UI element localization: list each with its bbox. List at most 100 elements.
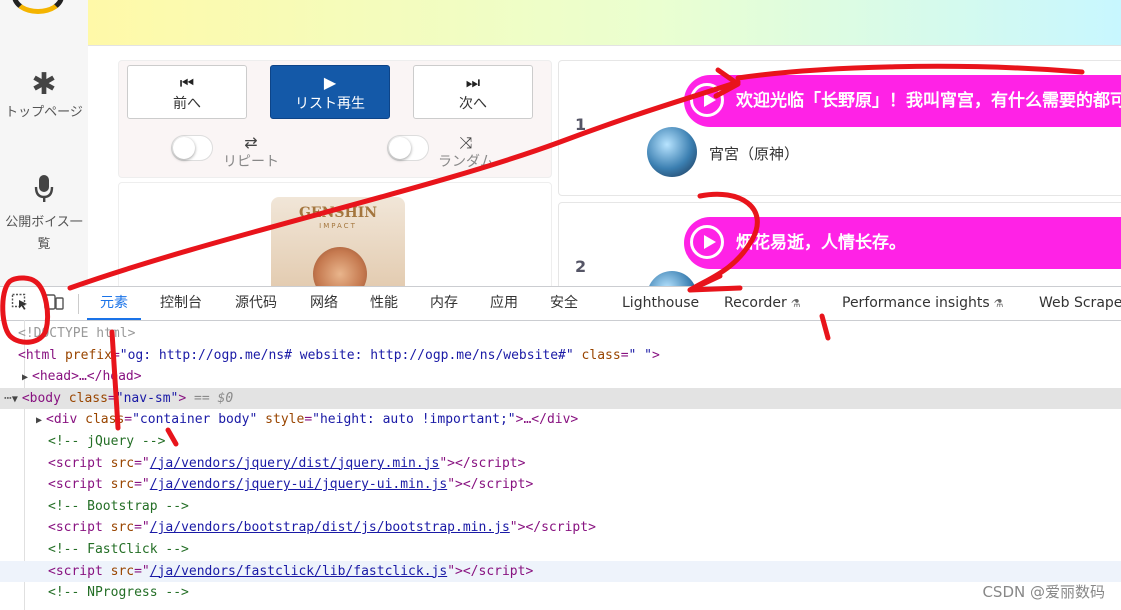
experiment-flask-icon: ⚗ [790, 297, 801, 310]
dom-tree: <!DOCTYPE html> <html prefix="og: http:/… [0, 320, 1121, 610]
random-label: ランダム [438, 154, 494, 170]
play-list-label: リスト再生 [295, 96, 365, 112]
microphone-icon [0, 174, 88, 212]
repeat-option: ⇄ リピート [211, 135, 291, 171]
tab-performance-insights-label: Performance insights [842, 295, 990, 311]
dom-node-comment[interactable]: <!-- FastClick --> [0, 539, 1121, 561]
repeat-label: リピート [223, 154, 279, 170]
collapse-triangle-icon[interactable]: ▼ [12, 389, 22, 411]
more-actions-icon[interactable]: ⋯ [4, 391, 12, 406]
devtools-panel: 元素 控制台 源代码 网络 性能 内存 应用 安全 Lighthouse Rec… [0, 286, 1121, 610]
skip-back-icon: ⏮ [179, 73, 195, 92]
device-toolbar-icon[interactable] [44, 293, 64, 313]
play-list-button[interactable]: ▶ リスト再生 [270, 65, 390, 119]
tab-performance[interactable]: 性能 [370, 287, 398, 320]
voice-text: 烟花易逝，人情长存。 [736, 233, 906, 253]
attr-value: "og: http://ogp.me/ns# website: http://o… [119, 347, 574, 363]
voice-play-bubble[interactable]: 欢迎光临「长野原」！我叫宵宫，有什么需要的都可以和我说 [684, 75, 1121, 127]
script-src-link[interactable]: /ja/vendors/bootstrap/dist/js/bootstrap.… [150, 520, 510, 535]
play-icon: ▶ [323, 73, 337, 92]
next-button[interactable]: ⏭ 次へ [413, 65, 533, 119]
cover-logo-text: GENSHIN [298, 205, 378, 221]
dom-node-body[interactable]: ⋯▼ <body class="nav-sm"> == $0 [0, 387, 1121, 411]
toolbar-divider [78, 294, 79, 314]
shuffle-icon: ⤨ [459, 133, 473, 152]
comment-text: <!-- NProgress --> [48, 585, 189, 601]
doctype-text: <!DOCTYPE html> [18, 326, 136, 341]
nav-item-top-page[interactable]: ✱ トップページ [0, 68, 88, 124]
comment-text: <!-- jQuery --> [48, 434, 166, 449]
dom-node-head[interactable]: ▶ <head>…</head> [0, 366, 1121, 388]
attr-value: "height: auto !important;" [312, 412, 516, 428]
tab-application[interactable]: 应用 [490, 287, 518, 320]
speaker-name[interactable]: 宵宮（原神） [709, 143, 799, 164]
dom-node-html[interactable]: <html prefix="og: http://ogp.me/ns# webs… [0, 345, 1121, 367]
dom-node-comment[interactable]: <!-- NProgress --> [0, 582, 1121, 604]
nav-item-label: 公開ボイス一覧 [5, 215, 83, 252]
prev-label: 前へ [173, 96, 201, 112]
dom-node-comment[interactable]: <!-- jQuery --> [0, 431, 1121, 453]
experiment-flask-icon: ⚗ [993, 297, 1004, 310]
head-collapsed: <head>…</head> [32, 369, 142, 385]
tab-security[interactable]: 安全 [550, 287, 578, 320]
dom-node-script[interactable]: <script src="/ja/vendors/jquery/dist/jqu… [0, 453, 1121, 475]
tab-memory[interactable]: 内存 [430, 287, 458, 320]
site-logo[interactable] [12, 0, 64, 14]
cover-subtitle: IMPACT [319, 222, 357, 230]
tab-recorder-label: Recorder [724, 295, 787, 311]
header-banner [88, 0, 1121, 46]
dom-node-doctype[interactable]: <!DOCTYPE html> [0, 323, 1121, 345]
tab-sources[interactable]: 源代码 [235, 287, 277, 320]
attr-value: "nav-sm" [115, 390, 179, 406]
script-src-link[interactable]: /ja/vendors/fastclick/lib/fastclick.js [150, 564, 447, 579]
voice-text: 欢迎光临「长野原」！我叫宵宫，有什么需要的都可以和我说 [736, 91, 1121, 111]
next-label: 次へ [459, 96, 487, 112]
voice-item[interactable]: 1 欢迎光临「长野原」！我叫宵宫，有什么需要的都可以和我说 宵宮（原神） [558, 60, 1121, 196]
inspect-element-icon[interactable] [10, 293, 30, 313]
attr-value: "container body" [132, 412, 258, 428]
expand-triangle-icon[interactable]: ▶ [22, 367, 32, 389]
playlist-controls: ⏮ 前へ ▶ リスト再生 ⏭ 次へ ⇄ リピート ⤨ ランダム [118, 60, 552, 178]
dom-node-script[interactable]: <script src="/ja/vendors/jquery-ui/jquer… [0, 474, 1121, 496]
comment-text: <!-- Bootstrap --> [48, 498, 189, 514]
play-circle-icon [690, 83, 724, 117]
expand-triangle-icon[interactable]: ▶ [36, 410, 46, 432]
play-circle-icon [690, 225, 724, 259]
web-page-viewport: ✱ トップページ 公開ボイス一覧 ⏮ 前へ ▶ リスト再生 ⏭ 次へ ⇄ リピー… [0, 0, 1121, 286]
dom-node-script[interactable]: <script src="/ja/vendors/fastclick/lib/f… [0, 560, 1121, 583]
dom-node-script[interactable]: <script src="/ja/vendors/bootstrap/dist/… [0, 517, 1121, 539]
character-portrait [313, 247, 367, 286]
avatar [647, 271, 697, 286]
csdn-watermark: CSDN @爱丽数码 [982, 583, 1105, 601]
avatar [647, 127, 697, 177]
tab-performance-insights[interactable]: Performance insights ⚗ [842, 287, 1004, 320]
selected-node-marker: == $0 [194, 390, 234, 406]
tab-network[interactable]: 网络 [310, 287, 338, 320]
voice-item[interactable]: 2 烟花易逝，人情长存。 [558, 202, 1121, 286]
dom-node-div[interactable]: ▶ <div class="container body" style="heig… [0, 409, 1121, 431]
tab-web-scraper[interactable]: Web Scraper [1039, 287, 1121, 320]
script-src-link[interactable]: /ja/vendors/jquery-ui/jquery-ui.min.js [150, 477, 447, 492]
random-toggle[interactable] [387, 135, 429, 161]
left-navigation: ✱ トップページ 公開ボイス一覧 [0, 0, 88, 286]
attr-value: " " [628, 347, 652, 363]
devtools-tab-bar: 元素 控制台 源代码 网络 性能 内存 应用 安全 Lighthouse Rec… [0, 286, 1121, 321]
nav-item-public-voices[interactable]: 公開ボイス一覧 [0, 174, 88, 256]
character-card: GENSHIN IMPACT [118, 182, 552, 286]
voice-number: 1 [575, 115, 587, 134]
voice-play-bubble[interactable]: 烟花易逝，人情长存。 [684, 217, 1121, 269]
comment-text: <!-- FastClick --> [48, 542, 189, 557]
script-src-link[interactable]: /ja/vendors/jquery/dist/jquery.min.js [150, 456, 440, 471]
voice-number: 2 [575, 257, 587, 276]
asterisk-icon: ✱ [31, 67, 57, 102]
tab-console[interactable]: 控制台 [160, 287, 202, 320]
repeat-icon: ⇄ [244, 133, 258, 152]
repeat-toggle[interactable] [171, 135, 213, 161]
tab-recorder[interactable]: Recorder ⚗ [724, 287, 801, 320]
dom-node-comment[interactable]: <!-- Bootstrap --> [0, 496, 1121, 518]
attr-name: prefix [64, 347, 112, 363]
prev-button[interactable]: ⏮ 前へ [127, 65, 247, 119]
tab-lighthouse[interactable]: Lighthouse [622, 287, 699, 320]
tab-elements[interactable]: 元素 [87, 287, 141, 320]
nav-item-label: トップページ [5, 105, 83, 120]
